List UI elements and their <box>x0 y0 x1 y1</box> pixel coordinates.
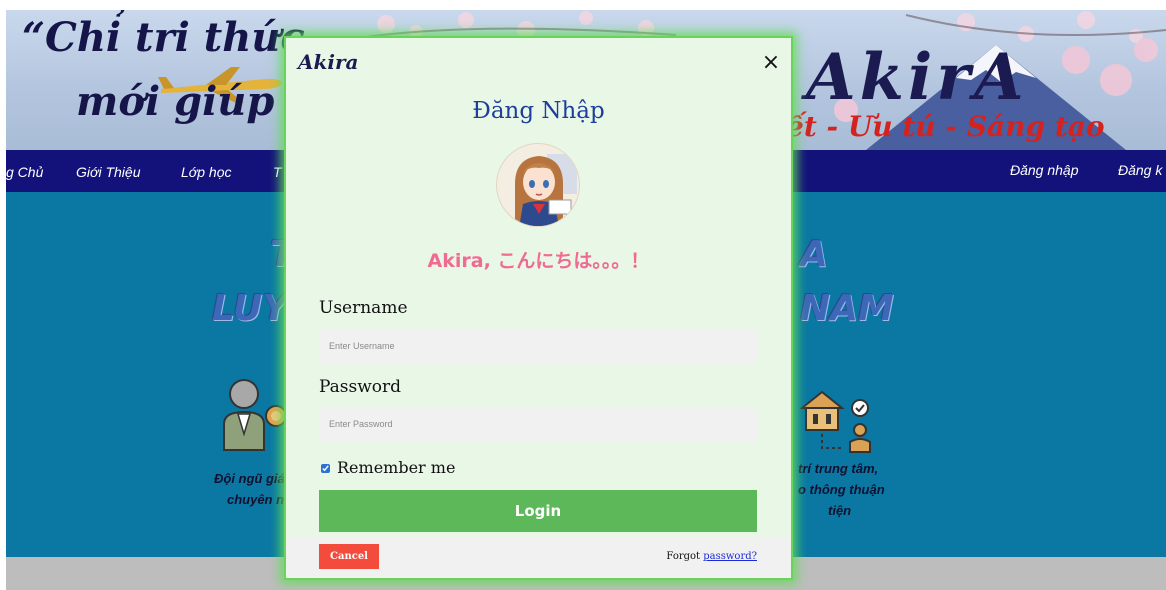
password-label: Password <box>319 377 402 397</box>
forgot-password-link[interactable]: password? <box>703 551 757 562</box>
nav-item-home[interactable]: g Chủ <box>6 164 43 180</box>
login-modal: Akira × Đăng Nhập Akira, こんにちは。。。！ Usern… <box>284 36 793 580</box>
greeting-text: Akira, こんにちは。。。！ <box>427 250 650 272</box>
remember-me-checkbox[interactable] <box>321 464 330 473</box>
username-input[interactable] <box>319 329 757 363</box>
remember-me-label: Remember me <box>337 458 456 477</box>
login-button[interactable]: Login <box>319 490 757 532</box>
building-location-icon <box>799 390 871 453</box>
avatar-illustration <box>515 154 577 226</box>
banner-slogan-line1: “Chỉ tri thức <box>22 14 305 61</box>
username-label: Username <box>319 298 408 318</box>
hero-heading-right-2: NAM <box>800 288 894 329</box>
hero-heading-left-2: LUY <box>212 288 289 329</box>
banner-motto: ết - Ưu tú - Sáng tạo <box>786 110 1105 143</box>
nav-item-about[interactable]: Giới Thiệu <box>76 164 140 180</box>
modal-title: Đăng Nhập <box>472 98 605 124</box>
nav-item-register[interactable]: Đăng k <box>1118 162 1162 178</box>
feature-left-caption-2: chuyên ng <box>226 492 292 507</box>
feature-right-caption-3: tiện <box>828 503 852 518</box>
forgot-password-row: Forgot password? <box>666 551 757 562</box>
nav-item-login[interactable]: Đăng nhập <box>1010 162 1079 178</box>
close-icon[interactable]: × <box>760 52 782 74</box>
hero-heading-right-1: A <box>800 234 828 275</box>
akira-banner-logo: AkirA <box>806 40 1028 115</box>
nav-item-classes[interactable]: Lớp học <box>181 164 232 180</box>
akira-logo: Akira <box>298 50 359 74</box>
anime-girl-avatar <box>496 143 580 227</box>
cancel-button[interactable]: Cancel <box>319 544 379 569</box>
forgot-prefix: Forgot <box>666 551 701 562</box>
feature-right-caption-1: trí trung tâm, <box>798 461 879 476</box>
modal-footer: Cancel Forgot password? <box>286 538 791 578</box>
password-input[interactable] <box>319 407 757 441</box>
feature-left-caption-1: Đội ngũ giác <box>214 471 292 486</box>
teacher-award-icon <box>223 379 287 451</box>
nav-item-more[interactable]: T <box>273 164 282 180</box>
feature-right-caption-2: o thông thuận <box>798 482 885 497</box>
